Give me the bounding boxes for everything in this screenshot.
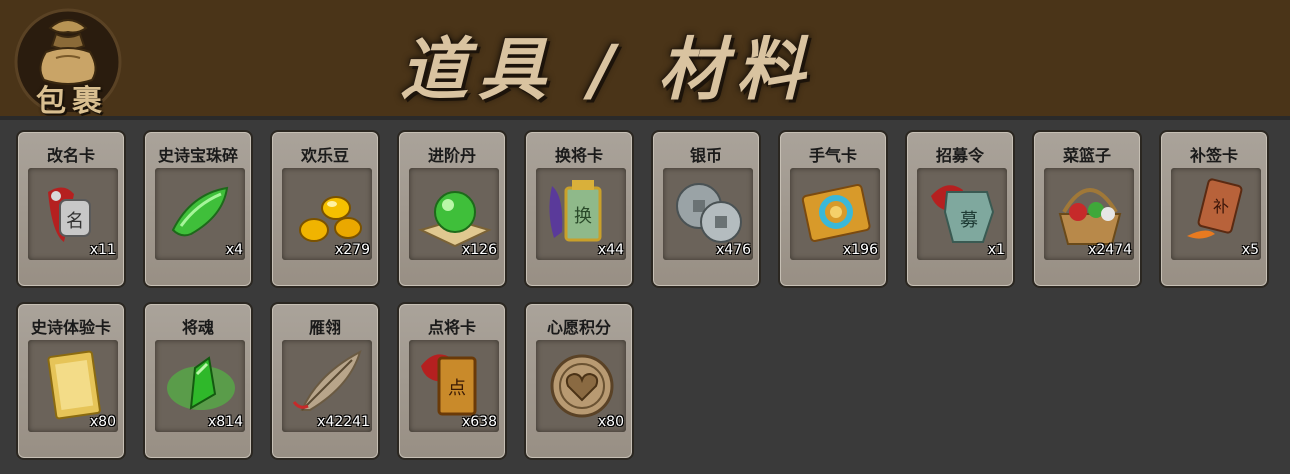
- item-card-happy-beans[interactable]: 欢乐豆 x279: [270, 130, 380, 288]
- item-icon-well: 募 x1: [917, 168, 1007, 260]
- item-icon-well: x4: [155, 168, 245, 260]
- item-count: x279: [334, 242, 370, 258]
- item-name: 心愿积分: [546, 318, 611, 337]
- item-name: 招募令: [935, 146, 984, 165]
- happy-beans-icon: [299, 196, 362, 242]
- item-count: x126: [461, 242, 497, 258]
- svg-text:名: 名: [66, 211, 84, 232]
- item-count: x80: [89, 414, 116, 430]
- item-icon-well: x476: [663, 168, 753, 260]
- item-name: 将魂: [181, 318, 214, 337]
- item-count: x1: [987, 242, 1005, 258]
- item-icon-well: 补 x5: [1171, 168, 1261, 260]
- item-card-luck-card[interactable]: 手气卡 x196: [778, 130, 888, 288]
- item-card-silver-coin[interactable]: 银币 x476: [651, 130, 761, 288]
- recruit-token-icon: 募: [931, 185, 995, 243]
- item-icon-well: x80: [28, 340, 118, 432]
- item-icon-well: 名 x11: [28, 168, 118, 260]
- item-card-epic-orb-shard[interactable]: 史诗宝珠碎 x4: [143, 130, 253, 288]
- item-count: x476: [715, 242, 751, 258]
- item-name: 补签卡: [1189, 146, 1238, 165]
- item-card-general-soul[interactable]: 将魂 x814: [143, 302, 253, 460]
- item-card-pick-general-card[interactable]: 点将卡 点 x638: [397, 302, 507, 460]
- inventory-header: 包裹 道具 / 材料: [0, 0, 1290, 119]
- general-soul-icon: [167, 356, 235, 410]
- epic-orb-shard-icon: [171, 186, 229, 237]
- item-name: 银币: [689, 146, 722, 165]
- epic-trial-card-icon: [47, 350, 101, 420]
- item-card-wish-points-coin[interactable]: 心愿积分 x80: [524, 302, 634, 460]
- item-card-vegetable-basket[interactable]: 菜篮子 x2474: [1032, 130, 1142, 288]
- item-icon-well: x196: [790, 168, 880, 260]
- item-card-goose-feather[interactable]: 雁翎 x42241: [270, 302, 380, 460]
- item-count: x80: [597, 414, 624, 430]
- luck-card-icon: [801, 183, 871, 242]
- item-card-rename-card[interactable]: 改名卡 名 x11: [16, 130, 126, 288]
- bag-label: 包裹: [36, 84, 108, 119]
- item-name: 点将卡: [427, 318, 476, 337]
- wish-points-coin-icon: [550, 354, 614, 418]
- item-name: 进阶丹: [427, 146, 476, 165]
- pick-general-card-icon: 点: [421, 354, 477, 416]
- item-count: x44: [597, 242, 624, 258]
- item-name: 雁翎: [308, 318, 341, 337]
- item-card-recruit-token[interactable]: 招募令 募 x1: [905, 130, 1015, 288]
- svg-text:点: 点: [448, 378, 466, 399]
- svg-text:补: 补: [1213, 197, 1229, 216]
- vegetable-basket-icon: [1058, 188, 1122, 245]
- item-card-makeup-signin-card[interactable]: 补签卡 补 x5: [1159, 130, 1269, 288]
- item-icon-well: x2474: [1044, 168, 1134, 260]
- item-name: 菜篮子: [1062, 146, 1111, 165]
- item-name: 改名卡: [46, 146, 95, 165]
- header-divider: [0, 116, 1290, 120]
- item-count: x2474: [1088, 242, 1132, 258]
- advance-pill-icon: [418, 191, 492, 248]
- item-icon-well: x42241: [282, 340, 372, 432]
- rename-card-icon: 名: [48, 187, 91, 242]
- item-icon-well: x80: [536, 340, 626, 432]
- item-name: 史诗宝珠碎: [157, 146, 238, 165]
- svg-text:募: 募: [960, 210, 978, 231]
- item-name: 欢乐豆: [300, 146, 349, 165]
- item-icon-well: x814: [155, 340, 245, 432]
- item-count: x4: [225, 242, 243, 258]
- item-name: 史诗体验卡: [30, 318, 111, 337]
- swap-general-card-icon: 换: [549, 180, 602, 242]
- item-count: x5: [1241, 242, 1259, 258]
- item-count: x196: [842, 242, 878, 258]
- item-name: 换将卡: [554, 146, 603, 165]
- item-count: x814: [207, 414, 243, 430]
- item-icon-well: 换 x44: [536, 168, 626, 260]
- item-card-advance-pill[interactable]: 进阶丹 x126: [397, 130, 507, 288]
- item-icon-well: 点 x638: [409, 340, 499, 432]
- item-card-epic-trial-card[interactable]: 史诗体验卡 x80: [16, 302, 126, 460]
- item-count: x42241: [317, 414, 370, 430]
- svg-text:换: 换: [574, 206, 592, 227]
- item-icon-well: x279: [282, 168, 372, 260]
- item-count: x638: [461, 414, 497, 430]
- item-count: x11: [89, 242, 116, 258]
- item-card-swap-general-card[interactable]: 换将卡 换 x44: [524, 130, 634, 288]
- item-icon-well: x126: [409, 168, 499, 260]
- item-name: 手气卡: [808, 146, 857, 165]
- makeup-signin-card-icon: 补: [1187, 178, 1243, 239]
- page-title: 道具 / 材料: [400, 31, 815, 110]
- goose-feather-icon: [292, 350, 362, 411]
- silver-coin-icon: [676, 183, 742, 243]
